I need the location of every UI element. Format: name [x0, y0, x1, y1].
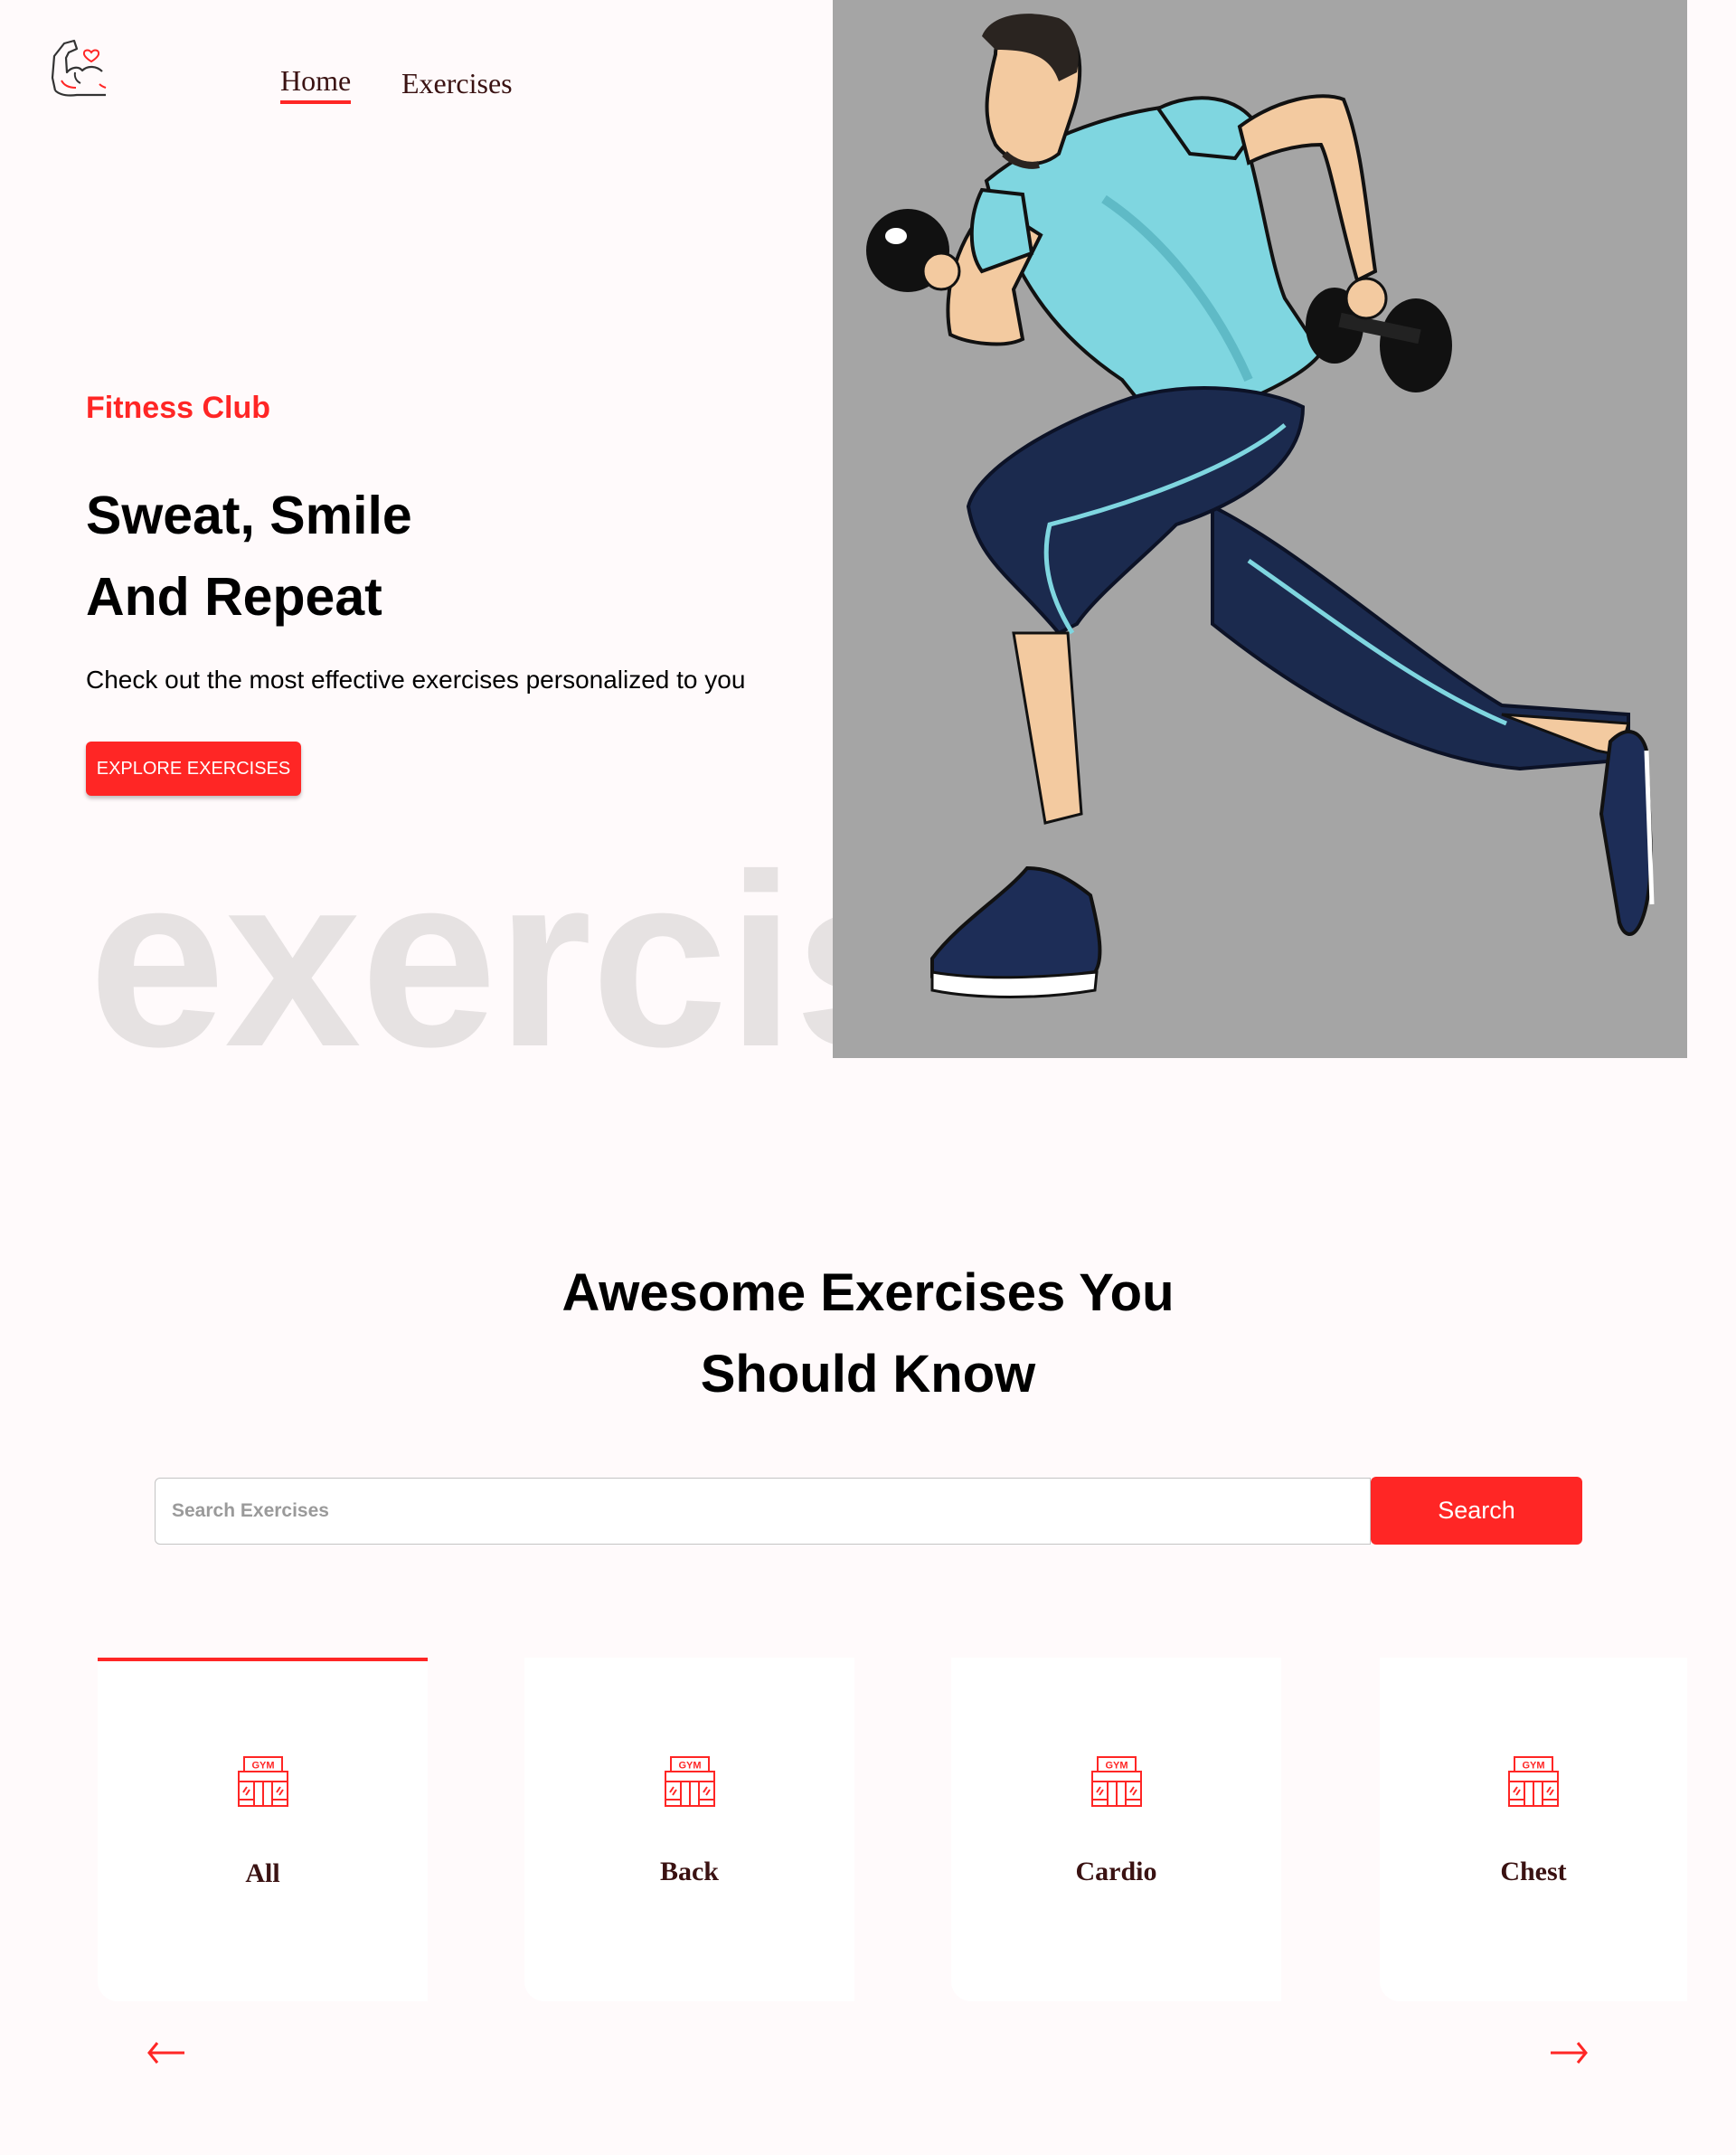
svg-text:GYM: GYM: [678, 1761, 701, 1772]
search-title-line-1: Awesome Exercises You: [561, 1263, 1175, 1322]
body-part-card-cardio[interactable]: GYM Cardio: [951, 1658, 1281, 2001]
hero-title: Sweat, Smile And Repeat: [86, 475, 412, 638]
gym-icon: GYM: [1090, 1756, 1142, 1807]
arrow-left-icon: [147, 2042, 184, 2064]
search-button[interactable]: Search: [1371, 1477, 1582, 1545]
flexed-bicep-heart-icon: [51, 39, 107, 97]
body-part-label: Back: [659, 1857, 719, 1886]
body-part-label: All: [245, 1858, 280, 1888]
body-part-card-all[interactable]: GYM All: [98, 1658, 428, 2001]
scroll-right-button[interactable]: [1549, 2039, 1589, 2066]
nav-link-exercises[interactable]: Exercises: [401, 67, 513, 100]
hero-title-line-1: Sweat, Smile: [86, 486, 412, 545]
svg-text:GYM: GYM: [1105, 1761, 1127, 1772]
hero-title-line-2: And Repeat: [86, 567, 382, 627]
hero-banner-image: [833, 0, 1687, 1058]
svg-text:GYM: GYM: [251, 1761, 274, 1772]
scroll-left-button[interactable]: [146, 2039, 186, 2066]
nav-link-home[interactable]: Home: [280, 64, 352, 104]
gym-icon: GYM: [1508, 1756, 1559, 1807]
body-part-label: Cardio: [1075, 1857, 1157, 1886]
arrow-right-icon: [1551, 2042, 1588, 2064]
search-exercises-input[interactable]: [155, 1478, 1371, 1545]
hero-subtitle: Check out the most effective exercises p…: [86, 666, 746, 694]
body-part-card-back[interactable]: GYM Back: [524, 1658, 854, 2001]
hero-tagline: Fitness Club: [86, 391, 271, 425]
body-part-card-chest[interactable]: GYM Chest: [1380, 1658, 1687, 2001]
logo[interactable]: [50, 38, 108, 98]
search-title-line-2: Should Know: [700, 1345, 1036, 1404]
runner-with-dumbbells-illustration: [866, 14, 1655, 998]
search-section-title: Awesome Exercises You Should Know: [0, 1252, 1736, 1415]
svg-text:GYM: GYM: [1522, 1761, 1544, 1772]
body-part-label: Chest: [1500, 1857, 1567, 1886]
gym-icon: GYM: [664, 1756, 715, 1807]
gym-icon: GYM: [237, 1756, 288, 1807]
explore-exercises-button[interactable]: EXPLORE EXERCISES: [86, 742, 301, 796]
